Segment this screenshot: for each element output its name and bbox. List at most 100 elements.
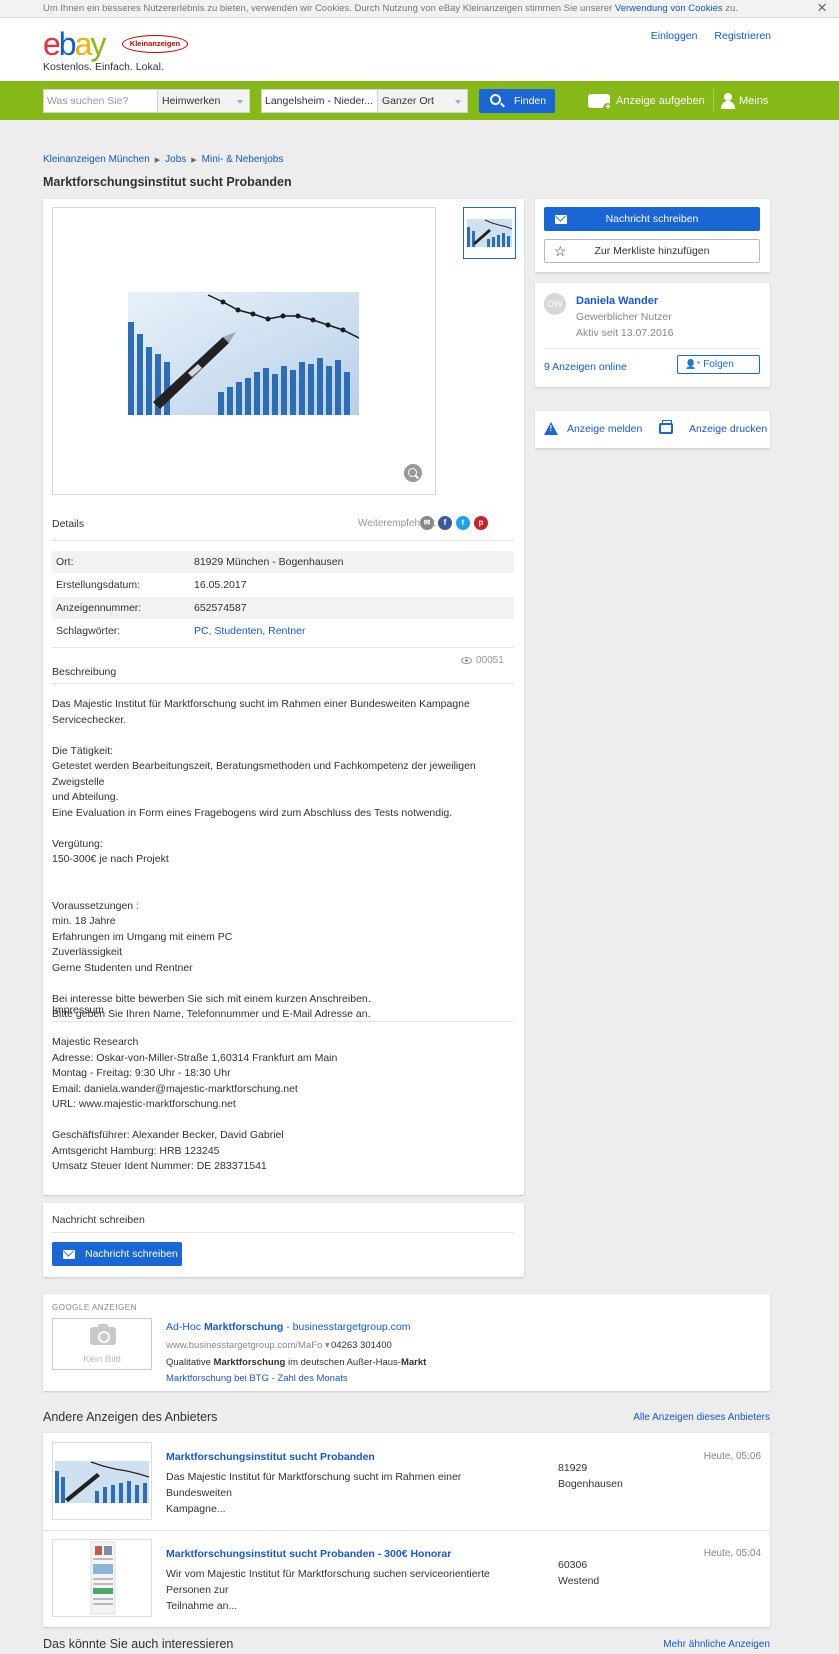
- star-icon: ☆: [554, 243, 567, 259]
- write-message-label: Nachricht schreiben: [85, 1248, 178, 1260]
- follow-button[interactable]: 👤⁺ Folgen: [677, 355, 760, 374]
- breadcrumb-item[interactable]: Jobs: [165, 154, 186, 165]
- view-count: 00051: [476, 655, 504, 666]
- text-line: 150-300€ je nach Projekt: [52, 853, 169, 865]
- cookie-policy-link[interactable]: Verwendung von Cookies: [615, 3, 723, 14]
- category-select[interactable]: Heimwerken: [157, 89, 250, 113]
- post-ad-label: Anzeige aufgeben: [616, 95, 705, 107]
- attribute-row: Schlagwörter: PC, Studenten, Rentner: [52, 620, 514, 642]
- close-icon[interactable]: ×: [817, 0, 827, 16]
- google-ad-sitelink[interactable]: Marktforschung bei BTG - Zahl des Monats: [166, 1373, 348, 1384]
- text-line: Die Tätigkeit:: [52, 744, 114, 757]
- listing-desc-line: Wir vom Majestic Institut für Marktforsc…: [166, 1568, 490, 1596]
- listing-title[interactable]: Marktforschungsinstitut sucht Probanden: [166, 1451, 375, 1463]
- description-heading: Beschreibung: [52, 666, 117, 678]
- actions-card: Anzeige melden Anzeige drucken: [535, 411, 770, 448]
- text-line: [52, 1113, 514, 1129]
- more-similar-link[interactable]: Mehr ähnliche Anzeigen: [663, 1639, 770, 1650]
- other-ads-list: Marktforschungsinstitut sucht Probanden …: [43, 1433, 770, 1627]
- chevron-right-icon: ▶: [191, 157, 197, 164]
- text-line: Amtsgericht Hamburg: HRB 123245: [52, 1144, 220, 1157]
- message-card: Nachricht schreiben Nachricht schreiben: [43, 1203, 524, 1277]
- user-icon: [720, 93, 736, 110]
- listing-thumbnail[interactable]: [52, 1539, 152, 1617]
- text-line: Adresse: Oskar-von-Miller-Straße 1,60314…: [52, 1051, 338, 1064]
- ad-main-image: [128, 292, 359, 415]
- seller-ads-link[interactable]: 9 Anzeigen online: [544, 361, 627, 373]
- attribute-value: 16.05.2017: [194, 579, 247, 591]
- main-image-frame[interactable]: [52, 207, 436, 495]
- radius-select[interactable]: Ganzer Ort: [377, 89, 468, 113]
- account-button[interactable]: Meins: [720, 90, 768, 112]
- login-link[interactable]: Einloggen: [651, 30, 698, 42]
- search-input[interactable]: Was suchen Sie?: [43, 89, 158, 113]
- text-line: Voraussetzungen :: [52, 899, 139, 912]
- attribute-row: Anzeigennummer: 652574587: [52, 597, 514, 619]
- share-twitter-icon[interactable]: t: [456, 516, 470, 530]
- logo-letter-b: b: [58, 26, 77, 62]
- text-line: Majestic Research: [52, 1036, 139, 1048]
- listing-thumbnail[interactable]: [52, 1442, 152, 1520]
- person-add-icon: 👤⁺: [685, 359, 701, 369]
- impressum-text: Majestic Research Adresse: Oskar-von-Mill…: [52, 1035, 514, 1175]
- text-line: Das Majestic Institut für Marktforschung…: [52, 698, 470, 726]
- all-ads-link[interactable]: Alle Anzeigen dieses Anbieters: [633, 1412, 770, 1423]
- text-line: Vergütung:: [52, 837, 103, 850]
- google-ad-headline[interactable]: Ad-Hoc Marktforschung - businesstargetgr…: [166, 1321, 411, 1333]
- desc-middle: im deutschen Außer-Haus-: [285, 1357, 401, 1368]
- text-line: Bei interesse bitte bewerben Sie sich mi…: [52, 992, 371, 1005]
- listing-title[interactable]: Marktforschungsinstitut sucht Probanden …: [166, 1548, 451, 1560]
- text-line: Eine Evaluation in Form eines Fragebogen…: [52, 806, 453, 819]
- share-facebook-icon[interactable]: f: [438, 516, 452, 530]
- google-ad-url[interactable]: www.businesstargetgroup.com/MaFo ▾: [166, 1340, 330, 1351]
- share-pinterest-icon[interactable]: p: [474, 516, 488, 530]
- post-ad-button[interactable]: Anzeige aufgeben: [588, 90, 705, 114]
- text-line: Erfahrungen im Umgang mit einem PC: [52, 930, 233, 943]
- attribute-key: Ort:: [56, 556, 74, 568]
- text-line: [52, 883, 514, 899]
- tags-link[interactable]: PC, Studenten, Rentner: [194, 620, 306, 642]
- ebay-logo[interactable]: ebay: [43, 26, 106, 62]
- text-line: min. 18 Jahre: [52, 915, 116, 927]
- google-ads-title: GOOGLE ANZEIGEN: [52, 1303, 137, 1312]
- divider: [713, 89, 714, 111]
- headline-keyword: Marktforschung: [203, 1321, 284, 1333]
- listing-desc-line: Teilnahme an...: [166, 1600, 238, 1612]
- logo-letter-y: y: [90, 26, 106, 62]
- text-line: Umsatz Steuer Ident Nummer: DE 283371541: [52, 1160, 267, 1172]
- google-ad-phone[interactable]: 04263 301400: [331, 1340, 392, 1351]
- cookie-suffix: zu.: [725, 3, 738, 14]
- share-mail-icon[interactable]: ✉: [420, 516, 434, 530]
- seller-since: Aktiv seit 13.07.2016: [576, 327, 674, 339]
- no-image-label: Kein Bild: [83, 1354, 121, 1365]
- register-link[interactable]: Registrieren: [714, 30, 771, 42]
- cookie-text: Um Ihnen ein besseres Nutzererlebnis zu …: [43, 3, 613, 14]
- view-counter: 00051: [461, 655, 504, 666]
- breadcrumb-item[interactable]: Kleinanzeigen München: [43, 154, 150, 165]
- contact-button[interactable]: Nachricht schreiben: [544, 207, 760, 231]
- divider: [52, 1232, 514, 1233]
- logo-letter-e: e: [43, 26, 61, 62]
- breadcrumb-item[interactable]: Mini- & Nebenjobs: [202, 154, 284, 165]
- listing-description: Das Majestic Institut für Marktforschung…: [166, 1469, 506, 1517]
- contact-button-label: Nachricht schreiben: [605, 213, 699, 225]
- attribute-key: Erstellungsdatum:: [56, 579, 141, 591]
- watchlist-button[interactable]: ☆ Zur Merkliste hinzufügen: [544, 239, 760, 263]
- find-button-label: Finden: [514, 95, 547, 107]
- text-line: Geschäftsführer: Alexander Becker, David…: [52, 1129, 284, 1141]
- text-line: Montag - Freitag: 9:30 Uhr - 18:30 Uhr: [52, 1067, 231, 1079]
- text-line: Gerne Studenten und Rentner: [52, 961, 193, 974]
- google-ad-description: Qualitative Marktforschung im deutschen …: [166, 1357, 426, 1368]
- attribute-key: Schlagwörter:: [56, 625, 121, 637]
- seller-name[interactable]: Daniela Wander: [576, 295, 658, 307]
- image-thumbnail[interactable]: [463, 207, 516, 259]
- envelope-icon: [555, 215, 567, 224]
- write-message-button[interactable]: Nachricht schreiben: [52, 1242, 182, 1266]
- find-button[interactable]: Finden: [479, 89, 555, 113]
- listing-desc-line: Das Majestic Institut für Marktforschung…: [166, 1471, 462, 1499]
- divider: [544, 348, 760, 349]
- headline-prefix: Ad-Hoc: [166, 1321, 204, 1333]
- location-input[interactable]: Langelsheim - Nieder...: [261, 89, 378, 113]
- no-image-placeholder: Kein Bild: [52, 1318, 152, 1370]
- zoom-icon[interactable]: [404, 464, 422, 482]
